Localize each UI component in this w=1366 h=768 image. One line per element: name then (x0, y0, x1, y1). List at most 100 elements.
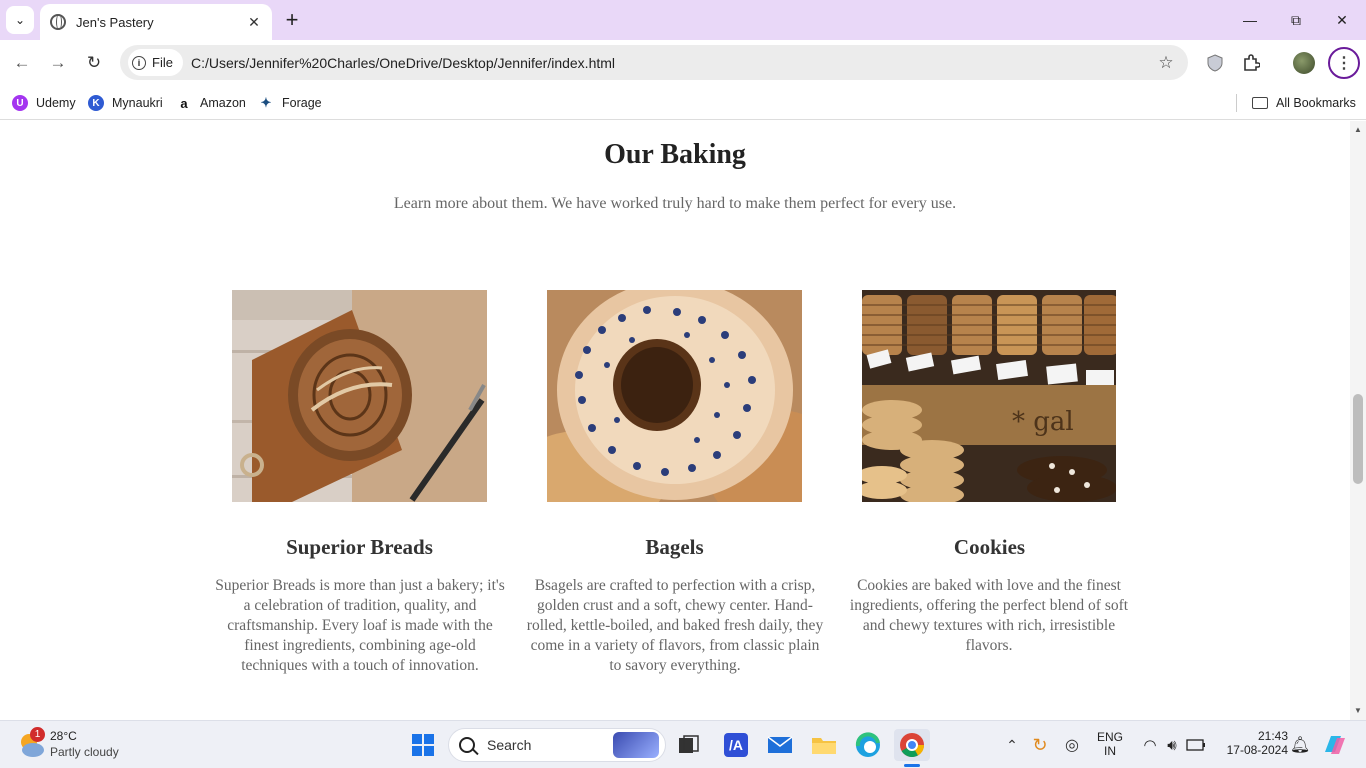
bookmark-mynaukri[interactable]: K Mynaukri (88, 92, 163, 114)
bookmarks-divider (1236, 94, 1237, 112)
edge-icon (855, 732, 880, 757)
bookmark-amazon[interactable]: a Amazon (176, 92, 246, 114)
extensions-icon[interactable] (1238, 50, 1264, 76)
restore-button[interactable]: ⧉ (1276, 6, 1316, 34)
page-scrollbar[interactable]: ▲ ▼ (1350, 121, 1366, 720)
taskbar-search[interactable]: Search (448, 728, 666, 762)
bagel-image (547, 290, 802, 502)
menu-button[interactable]: ⋮ (1328, 47, 1360, 79)
new-tab-button[interactable]: + (280, 7, 304, 32)
forage-icon: ✦ (258, 95, 274, 111)
chevron-down-icon: ⌄ (14, 13, 26, 27)
weather-desc: Partly cloudy (50, 745, 119, 759)
back-button[interactable]: ← (8, 49, 36, 77)
bookmark-forage[interactable]: ✦ Forage (258, 92, 322, 114)
card-text-breads: Superior Breads is more than just a bake… (215, 577, 505, 674)
reload-icon: ↻ (86, 53, 102, 72)
bookmarks-bar: U Udemy K Mynaukri a Amazon ✦ Forage All… (0, 86, 1366, 120)
bread-image (232, 290, 487, 502)
notifications-button[interactable]: 🔔︎ (1284, 729, 1316, 761)
bookmark-udemy[interactable]: U Udemy (12, 92, 76, 114)
taskbar-app-editor[interactable]: /A (720, 729, 752, 761)
weather-temp: 28°C (50, 729, 77, 743)
profile-avatar[interactable] (1291, 50, 1317, 76)
plus-icon: + (285, 7, 299, 32)
search-icon (459, 737, 475, 753)
copilot-button[interactable] (1318, 729, 1350, 761)
taskbar-app-mail[interactable] (764, 729, 796, 761)
copilot-icon (1325, 736, 1345, 754)
card-text-cookies: Cookies are baked with love and the fine… (849, 577, 1129, 654)
cookies-image: * gal (862, 290, 1116, 502)
arrow-left-icon: ← (13, 53, 31, 72)
battery-icon[interactable] (1180, 729, 1212, 761)
start-button[interactable] (407, 729, 439, 761)
clock-date: 17-08-2024 (1226, 743, 1288, 757)
bookmark-star-icon[interactable]: ☆ (1154, 51, 1178, 75)
taskbar-app-edge[interactable] (852, 729, 884, 761)
bell-icon: 🔔︎ (1289, 737, 1311, 754)
scroll-up-arrow-icon[interactable]: ▲ (1353, 125, 1363, 134)
scrollbar-thumb[interactable] (1353, 394, 1363, 484)
forward-button[interactable]: → (44, 49, 72, 77)
globe-icon (50, 14, 66, 30)
bookmark-label: Amazon (200, 96, 246, 110)
bookmark-label: Forage (282, 96, 322, 110)
mynaukri-icon: K (88, 95, 104, 111)
bookmark-label: Mynaukri (112, 96, 163, 110)
more-vert-icon: ⋮ (1336, 55, 1352, 72)
udemy-icon: U (12, 95, 28, 111)
folder-icon (812, 738, 836, 754)
address-bar[interactable]: i File C:/Users/Jennifer%20Charles/OneDr… (120, 45, 1188, 80)
site-info-label: File (152, 55, 173, 70)
card-title-bagels: Bagels (645, 535, 704, 559)
active-app-indicator (904, 764, 920, 767)
page-viewport: Our Baking Learn more about them. We hav… (0, 121, 1350, 720)
chrome-icon (900, 733, 924, 758)
info-icon: i (132, 55, 146, 70)
windows-taskbar: 1 28°C Partly cloudy Search /A ⌃ ↻ ◎ ENG… (0, 720, 1366, 768)
task-view-button[interactable] (673, 729, 705, 761)
taskbar-app-explorer[interactable] (808, 729, 840, 761)
reload-button[interactable]: ↻ (80, 49, 108, 77)
close-window-button[interactable]: ✕ (1322, 6, 1362, 34)
task-view-icon (679, 735, 699, 753)
card-title-cookies: Cookies (953, 535, 1026, 559)
tab-title: Jen's Pastery (76, 14, 154, 30)
close-tab-icon[interactable]: ✕ (244, 12, 264, 32)
chevron-up-icon: ⌃ (1006, 736, 1018, 753)
search-label: Search (487, 737, 532, 753)
scroll-down-arrow-icon[interactable]: ▼ (1353, 706, 1363, 715)
editor-app-icon: /A (724, 733, 748, 757)
url-text[interactable]: C:/Users/Jennifer%20Charles/OneDrive/Des… (191, 55, 1154, 71)
tab-strip: ⌄ Jen's Pastery ✕ + — ⧉ ✕ (0, 0, 1366, 40)
network-status-icon[interactable]: ◎ (1056, 729, 1088, 761)
language-code: ENG (1097, 730, 1124, 744)
taskbar-app-chrome[interactable] (894, 729, 930, 767)
sync-icon[interactable]: ↻ (1024, 729, 1056, 761)
language-indicator[interactable]: ENG IN (1097, 730, 1123, 758)
section-subtitle: Learn more about them. We have worked tr… (393, 195, 957, 212)
browser-toolbar: ← → ↻ i File C:/Users/Jennifer%20Charles… (0, 40, 1366, 86)
all-bookmarks-button[interactable]: All Bookmarks (1252, 92, 1356, 114)
shield-icon[interactable] (1202, 50, 1228, 76)
amazon-icon: a (176, 95, 192, 111)
section-title: Our Baking (604, 139, 746, 170)
card-text-bagels: Bsagels are crafted to perfection with a… (526, 577, 824, 674)
weather-widget[interactable]: 1 (16, 727, 48, 761)
weather-badge: 1 (30, 727, 45, 742)
site-info-chip[interactable]: i File (128, 49, 183, 76)
tab-search-button[interactable]: ⌄ (6, 6, 34, 34)
tab-active[interactable]: Jen's Pastery ✕ (40, 4, 272, 40)
bookmark-label: Udemy (36, 96, 76, 110)
all-bookmarks-label: All Bookmarks (1276, 96, 1356, 110)
arrow-right-icon: → (49, 53, 67, 72)
card-title-breads: Superior Breads (286, 535, 433, 559)
minimize-button[interactable]: — (1230, 6, 1270, 34)
search-highlight-image (613, 732, 659, 758)
folder-icon (1252, 97, 1268, 109)
clock-time: 21:43 (1257, 729, 1288, 743)
windows-icon (412, 734, 434, 756)
mail-icon (767, 736, 793, 753)
clock[interactable]: 21:43 17-08-2024 (1214, 729, 1288, 757)
